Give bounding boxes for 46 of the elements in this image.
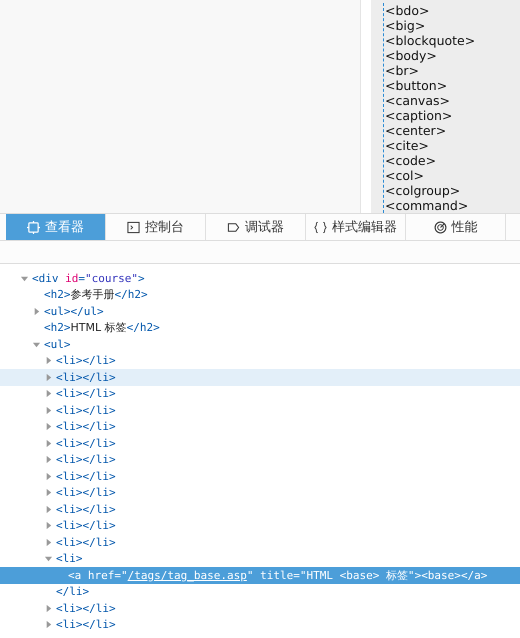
markup-line-text: <li></li> — [56, 453, 116, 466]
element-list-item[interactable]: <body> — [385, 48, 520, 63]
inspector-icon — [27, 220, 40, 234]
element-list-item[interactable]: <br> — [385, 63, 520, 78]
expanded-arrow-icon[interactable] — [20, 274, 29, 283]
markup-line-text: <li></li> — [56, 519, 116, 532]
element-list-item[interactable]: <colgroup> — [385, 183, 520, 198]
element-list-item[interactable]: <cite> — [385, 138, 520, 153]
markup-line-text: <li></li> — [56, 370, 116, 384]
console-icon — [127, 220, 140, 234]
element-list-item[interactable]: <button> — [385, 78, 520, 93]
element-list-item[interactable]: <code> — [385, 153, 520, 168]
debugger-icon — [227, 220, 240, 234]
markup-line-text: <li></li> — [56, 420, 116, 434]
markup-line-text: <li></li> — [56, 387, 116, 400]
element-list-item[interactable]: <center> — [385, 123, 520, 138]
markup-line-text: <li></li> — [56, 470, 116, 483]
markup-line-text: <li></li> — [56, 618, 116, 632]
markup-line-text: <h2>HTML 标签</h2> — [44, 320, 160, 336]
collapsed-arrow-icon[interactable] — [32, 306, 41, 316]
markup-line-text: <li></li> — [56, 536, 116, 549]
hovered-node-row[interactable]: <li></li> — [0, 369, 520, 386]
element-list-item[interactable]: <bdo> — [385, 3, 520, 18]
markup-line-text: <div id="course"> — [32, 272, 145, 285]
markup-line-text: <ul> — [44, 338, 70, 351]
gauge-icon — [434, 220, 446, 234]
markup-line-text: <li></li> — [56, 436, 116, 450]
expanded-arrow-icon[interactable] — [44, 554, 53, 564]
markup-line-text: <li></li> — [56, 486, 116, 500]
element-list-item[interactable]: <command> — [385, 198, 520, 213]
closing-tag-text: </li> — [56, 585, 90, 598]
markup-line-text: <ul></ul> — [44, 304, 104, 318]
element-list-item[interactable]: <canvas> — [385, 93, 520, 108]
markup-line-text: <a href="/tags/tag_base.asp" title="HTML <base> 标签"><base></a> — [68, 568, 488, 583]
markup-line-text: <li> — [56, 552, 82, 566]
markup-line-text: <li></li> — [56, 502, 116, 516]
markup-line-text: <li></li> — [56, 354, 116, 368]
markup-line-text: <h2>参考手册</h2> — [44, 287, 148, 302]
markup-line-text: <li></li> — [56, 602, 116, 615]
element-list-item[interactable]: <col> — [385, 168, 520, 183]
element-list-item[interactable]: <blockquote> — [385, 33, 520, 48]
braces-icon — [314, 220, 327, 234]
element-list-item[interactable]: <caption> — [385, 108, 520, 123]
markup-line-text: <li></li> — [56, 404, 116, 417]
element-list-item[interactable]: <big> — [385, 18, 520, 33]
expanded-arrow-icon[interactable] — [32, 340, 41, 349]
